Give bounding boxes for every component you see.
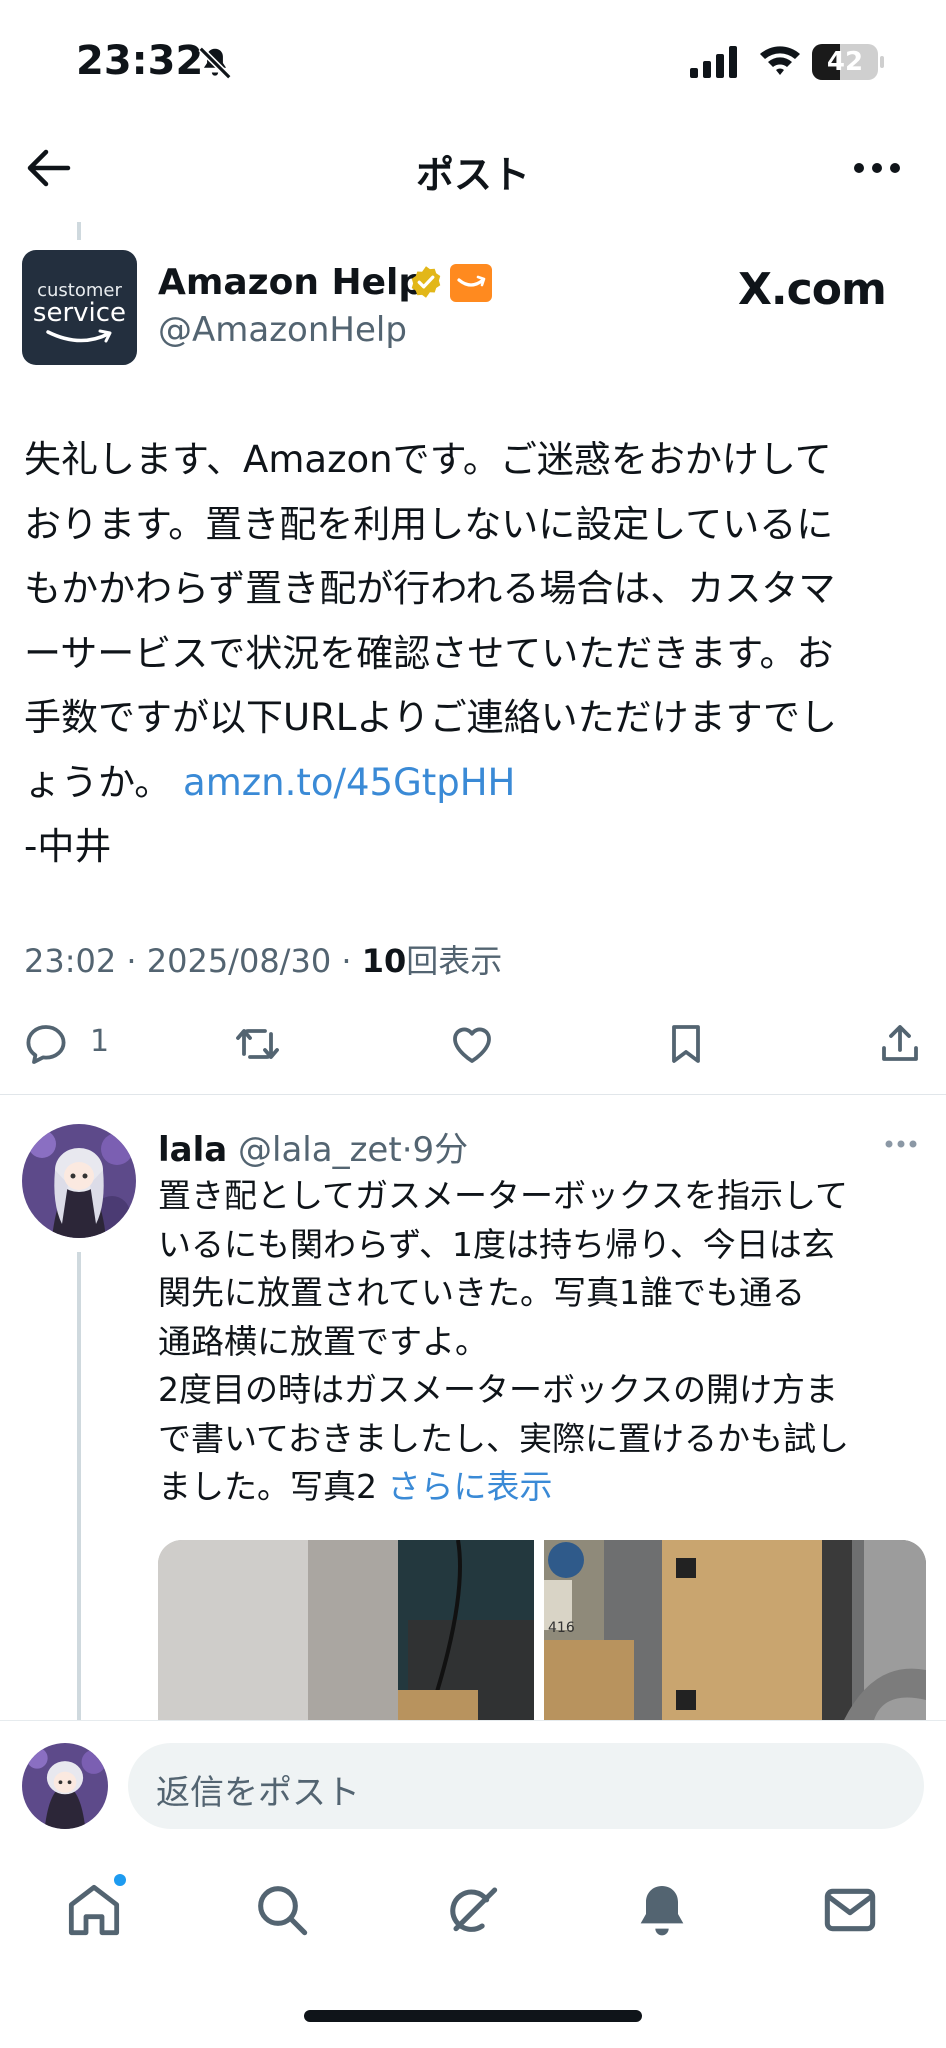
cellular-signal-icon xyxy=(690,46,737,78)
photo-1[interactable] xyxy=(158,1540,534,1720)
tweet-time: 23:02 xyxy=(24,942,117,980)
affiliate-badge-icon xyxy=(450,264,492,302)
amazon-smile-icon xyxy=(46,329,112,343)
tweet-line-text: ょうか。 xyxy=(24,760,184,804)
tweet-header: customer service Amazon Help @AmazonHelp… xyxy=(22,250,922,366)
nav-header: ポスト xyxy=(0,120,946,216)
meta-separator: · xyxy=(341,942,362,980)
avatar-text-line2: service xyxy=(32,298,127,328)
more-horizontal-icon[interactable] xyxy=(852,150,902,186)
grok-icon xyxy=(450,1887,498,1932)
photo-label: 416 xyxy=(548,1620,575,1636)
home-icon xyxy=(68,1884,120,1936)
reply-input-placeholder: 返信をポスト xyxy=(156,1773,360,1813)
reply-line: ました。写真2 さらに表示 xyxy=(158,1463,928,1512)
wifi-icon xyxy=(760,46,800,75)
share-button[interactable] xyxy=(876,1014,924,1074)
reply-line: 通路横に放置ですよ。 xyxy=(158,1321,488,1361)
view-label[interactable]: 回表示 xyxy=(406,942,502,980)
reply-compose-bar: 返信をポスト xyxy=(0,1720,946,1848)
reply-line: 置き配としてガスメーターボックスを指示して xyxy=(158,1176,849,1215)
notification-dot xyxy=(114,1874,126,1886)
reply-count: 1 xyxy=(90,1024,110,1059)
tab-bar xyxy=(0,1848,946,2048)
tab-messages[interactable] xyxy=(818,1878,882,1942)
tweet-meta: 23:02 · 2025/08/30 · 10回表示 xyxy=(24,936,502,982)
messages-icon xyxy=(824,1888,876,1932)
tweet-text: 失礼します、Amazonです。ご迷惑をおかけして おります。置き配を利用しないに… xyxy=(24,428,924,880)
bookmark-icon xyxy=(672,1025,700,1063)
tab-notifications[interactable] xyxy=(630,1878,694,1942)
tweet-line: 手数ですが以下URLよりご連絡いただけますでし xyxy=(24,696,838,739)
reply-text: 置き配としてガスメーターボックスを指示して いるにも関わらず、1度は持ち帰り、今… xyxy=(158,1172,928,1512)
tab-search[interactable] xyxy=(250,1878,314,1942)
more-horizontal-icon[interactable] xyxy=(884,1138,918,1150)
notifications-icon xyxy=(640,1886,684,1936)
reply-time: 9分 xyxy=(412,1130,469,1170)
tab-home[interactable] xyxy=(62,1874,126,1942)
search-icon xyxy=(258,1886,308,1936)
reply-line: 関先に放置されていきた。写真1誰でも通る xyxy=(158,1273,806,1312)
tweet-line: 失礼します、Amazonです。ご迷惑をおかけして xyxy=(24,438,832,481)
tweet-line: おります。置き配を利用しないに設定しているに xyxy=(24,502,834,546)
reply-line: 2度目の時はガスメーターボックスの開け方ま xyxy=(158,1370,839,1409)
user-handle[interactable]: @AmazonHelp xyxy=(158,310,407,350)
tweet-line: もかかわらず置き配が行われる場合は、カスタマ xyxy=(24,567,836,610)
watermark: X.com xyxy=(738,264,887,315)
like-button[interactable] xyxy=(448,1014,496,1074)
heart-icon xyxy=(453,1027,491,1063)
verified-badge-icon xyxy=(411,266,441,298)
meta-separator: · xyxy=(401,1130,413,1170)
page-title: ポスト xyxy=(415,153,530,197)
status-time: 23:32 xyxy=(76,38,204,84)
bell-slash-icon xyxy=(198,46,232,80)
thread-connector xyxy=(77,222,81,240)
reply-line: いるにも関わらず、1度は持ち帰り、今日は玄 xyxy=(158,1224,835,1264)
status-bar: 23:32 42 xyxy=(0,0,946,120)
tweet-link[interactable]: amzn.to/45GtpHH xyxy=(183,761,515,804)
avatar[interactable]: customer service xyxy=(22,250,137,365)
repost-button[interactable] xyxy=(234,1014,282,1074)
user-handle[interactable]: @lala_zet xyxy=(238,1130,402,1170)
reply-icon xyxy=(26,1025,66,1064)
tweet-signature: -中井 xyxy=(24,825,112,868)
meta-separator: · xyxy=(126,942,147,980)
display-name[interactable]: Amazon Help xyxy=(158,262,424,303)
avatar[interactable] xyxy=(22,1743,108,1829)
show-more-link[interactable]: さらに表示 xyxy=(388,1467,553,1506)
avatar[interactable] xyxy=(22,1124,136,1238)
reply-photos: 416 xyxy=(158,1540,926,1720)
repost-icon xyxy=(236,1029,279,1059)
tweet-line: ょうか。 amzn.to/45GtpHH xyxy=(24,751,924,816)
home-indicator xyxy=(304,2010,642,2022)
share-icon xyxy=(882,1025,918,1061)
battery-level: 42 xyxy=(826,47,864,77)
divider xyxy=(0,1094,946,1095)
tab-grok[interactable] xyxy=(440,1878,504,1942)
tweet-line: ーサービスで状況を確認させていただきます。お xyxy=(24,631,834,675)
reply-input[interactable]: 返信をポスト xyxy=(128,1743,924,1829)
display-name[interactable]: lala xyxy=(158,1130,227,1170)
reply-button[interactable]: 1 xyxy=(22,1014,142,1074)
view-count: 10 xyxy=(361,942,407,980)
reply-line: で書いておきましたし、実際に置けるかも試し xyxy=(158,1418,850,1458)
tweet-date: 2025/08/30 xyxy=(146,942,332,980)
photo-2[interactable]: 416 xyxy=(544,1540,926,1720)
battery-icon: 42 xyxy=(812,44,884,80)
bookmark-button[interactable] xyxy=(662,1014,710,1074)
reply-line-text: ました。写真2 xyxy=(158,1467,388,1506)
tweet-actions: 1 xyxy=(0,1014,946,1074)
reply-header: lala @lala_zet·9分 xyxy=(158,1122,468,1171)
